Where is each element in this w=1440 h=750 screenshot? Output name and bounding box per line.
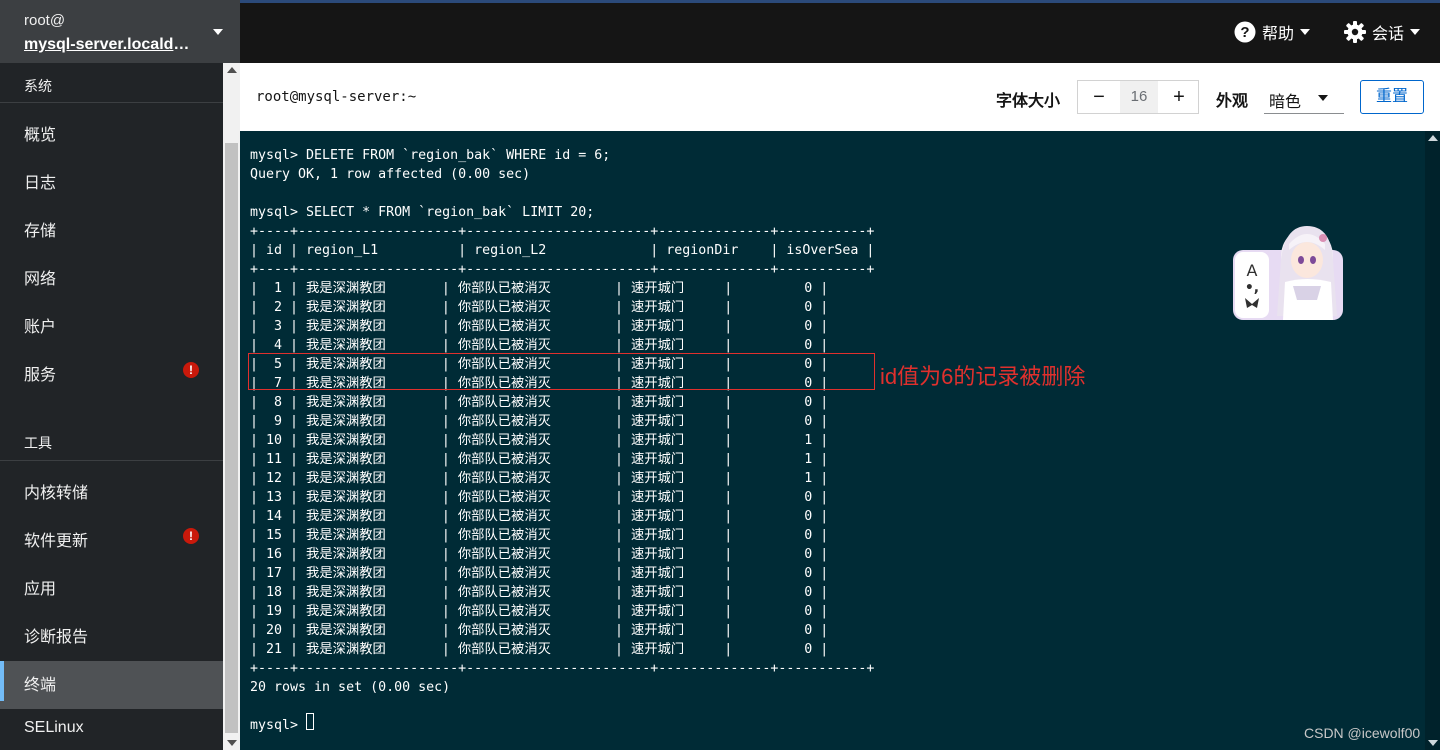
- sidebar-item-kdump[interactable]: 内核转储: [0, 465, 223, 513]
- anime-character-icon: A •,: [1233, 226, 1343, 320]
- sidebar-item-applications[interactable]: 应用: [0, 561, 223, 609]
- sidebar-item-label: 终端: [24, 677, 57, 694]
- session-label: 会话: [1372, 26, 1405, 43]
- font-size-stepper: − 16 +: [1077, 80, 1199, 114]
- sidebar-item-networking[interactable]: 网络: [0, 251, 223, 299]
- active-indicator: [0, 661, 4, 701]
- sidebar-scrollbar[interactable]: [223, 63, 240, 750]
- watermark: CSDN @icewolf00: [1304, 725, 1421, 741]
- sidebar-item-overview[interactable]: 概览: [0, 107, 223, 155]
- host-user: root@: [24, 12, 66, 29]
- annotation-text: id值为6的记录被删除: [880, 364, 1086, 389]
- chevron-down-icon: [213, 29, 223, 35]
- masthead: ? 帮助 会话: [240, 0, 1440, 63]
- appearance-value: 暗色: [1269, 94, 1302, 111]
- terminal-cursor: [306, 713, 314, 730]
- widget-letter: A: [1247, 261, 1258, 280]
- chevron-down-icon: [1300, 29, 1311, 35]
- appearance-select[interactable]: 暗色: [1264, 80, 1344, 114]
- session-menu[interactable]: 会话: [1344, 20, 1421, 46]
- increase-font-button[interactable]: +: [1158, 81, 1200, 113]
- scroll-up-icon[interactable]: [227, 67, 237, 73]
- help-icon: ?: [1234, 21, 1256, 43]
- gear-icon: [1344, 21, 1366, 43]
- svg-text:?: ?: [1240, 24, 1249, 41]
- sidebar-item-storage[interactable]: 存储: [0, 203, 223, 251]
- sidebar-item-label: 诊断报告: [24, 629, 89, 646]
- sidebar-item-label: 服务: [24, 367, 57, 384]
- sidebar-item-label: 网络: [24, 271, 57, 288]
- nav-header-system: 系统: [24, 78, 52, 94]
- sidebar-item-services[interactable]: 服务 !: [0, 347, 223, 395]
- appearance-label: 外观: [1216, 93, 1249, 110]
- sidebar-nav: 系统 概览 日志 存储 网络 账户 服务 ! 工具 内核转储 软件更新 ! 应用…: [0, 63, 223, 750]
- svg-text:•,: •,: [1245, 280, 1259, 296]
- alert-icon: !: [183, 362, 199, 378]
- host-name: mysql-server.localdomain: [24, 36, 196, 53]
- chevron-down-icon: [1410, 29, 1421, 35]
- sidebar-item-diagnostic-reports[interactable]: 诊断报告: [0, 609, 223, 657]
- nav-header-tools: 工具: [24, 435, 52, 451]
- sidebar-item-accounts[interactable]: 账户: [0, 299, 223, 347]
- terminal-scrollbar[interactable]: [1425, 131, 1440, 750]
- sidebar-item-label: SELinux: [24, 719, 84, 736]
- host-switcher[interactable]: root@ mysql-server.localdomain: [0, 0, 240, 63]
- reset-button[interactable]: 重置: [1360, 80, 1424, 114]
- sidebar-item-terminal[interactable]: 终端: [0, 661, 223, 709]
- terminal-title: root@mysql-server:~: [256, 89, 417, 105]
- sidebar-item-label: 存储: [24, 223, 57, 240]
- alert-icon: !: [183, 528, 199, 544]
- masthead-accent: [240, 0, 1440, 3]
- terminal-output: mysql> DELETE FROM `region_bak` WHERE id…: [250, 148, 875, 733]
- scrollbar-thumb[interactable]: [225, 143, 238, 733]
- sidebar-item-label: 软件更新: [24, 533, 89, 550]
- font-size-label: 字体大小: [996, 93, 1061, 110]
- sidebar-item-software-updates[interactable]: 软件更新 !: [0, 513, 223, 561]
- sidebar: root@ mysql-server.localdomain 系统 概览 日志 …: [0, 0, 240, 750]
- sidebar-item-label: 内核转储: [24, 485, 89, 502]
- sidebar-item-label: 日志: [24, 175, 57, 192]
- sidebar-item-label: 概览: [24, 127, 57, 144]
- help-label: 帮助: [1262, 26, 1295, 43]
- scroll-down-icon[interactable]: [227, 740, 237, 746]
- scroll-down-icon[interactable]: [1428, 740, 1438, 746]
- help-menu[interactable]: ? 帮助: [1234, 20, 1311, 46]
- divider: [0, 102, 223, 103]
- terminal-toolbar: root@mysql-server:~ 字体大小 − 16 + 外观 暗色 重置: [240, 63, 1440, 131]
- sidebar-item-selinux[interactable]: SELinux: [0, 705, 223, 750]
- floating-widget[interactable]: A •,: [1233, 220, 1343, 320]
- decrease-font-button[interactable]: −: [1078, 81, 1120, 113]
- sidebar-item-logs[interactable]: 日志: [0, 155, 223, 203]
- sidebar-item-label: 账户: [24, 319, 57, 336]
- sidebar-item-label: 应用: [24, 581, 57, 598]
- scroll-up-icon[interactable]: [1428, 135, 1438, 141]
- font-size-value[interactable]: 16: [1120, 81, 1158, 113]
- divider: [0, 460, 223, 461]
- highlight-box: [248, 353, 875, 390]
- chevron-down-icon: [1318, 95, 1328, 101]
